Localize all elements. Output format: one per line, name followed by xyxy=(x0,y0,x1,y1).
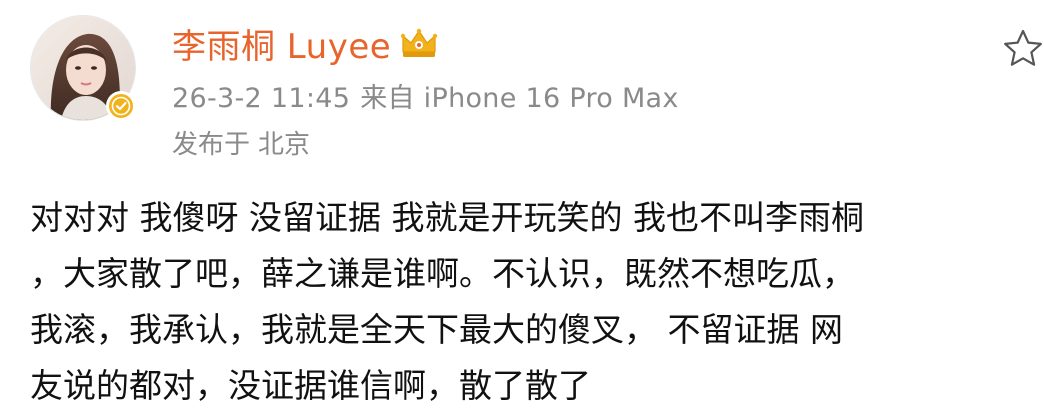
author-name[interactable]: 李雨桐 Luyee xyxy=(172,19,391,68)
star-outline-icon xyxy=(1004,29,1042,66)
location-prefix: 发布于 xyxy=(172,130,251,160)
crown-badge-icon[interactable] xyxy=(399,26,439,60)
content-line: 友说的都对，没证据谁信啊，散了散了 xyxy=(30,366,591,405)
favorite-button[interactable] xyxy=(1002,28,1044,70)
content-line: 我滚，我承认，我就是全天下最大的傻叉， 不留证据 网 xyxy=(30,310,843,349)
post-content: 对对对 我傻呀 没留证据 我就是开玩笑的 我也不叫李雨桐 ，大家散了吧，薛之谦是… xyxy=(30,190,1040,414)
verified-badge xyxy=(106,91,136,121)
post-source: 来自 iPhone 16 Pro Max xyxy=(360,83,679,114)
location-city: 北京 xyxy=(258,130,311,160)
verified-badge-icon xyxy=(109,94,133,118)
content-line: ，大家散了吧，薛之谦是谁啊。不认识，既然不想吃瓜， xyxy=(30,254,855,293)
weibo-post-card: 李雨桐 Luyee 26-3-2 11:45 来自 iPhone 16 Pro M… xyxy=(0,0,1044,416)
avatar-container[interactable] xyxy=(30,15,136,121)
content-line: 对对对 我傻呀 没留证据 我就是开玩笑的 我也不叫李雨桐 xyxy=(30,198,864,237)
post-timestamp[interactable]: 26-3-2 11:45 xyxy=(172,83,350,114)
post-meta: 26-3-2 11:45 来自 iPhone 16 Pro Max xyxy=(172,76,679,115)
post-location: 发布于 北京 xyxy=(172,124,310,161)
author-row: 李雨桐 Luyee xyxy=(172,18,439,68)
